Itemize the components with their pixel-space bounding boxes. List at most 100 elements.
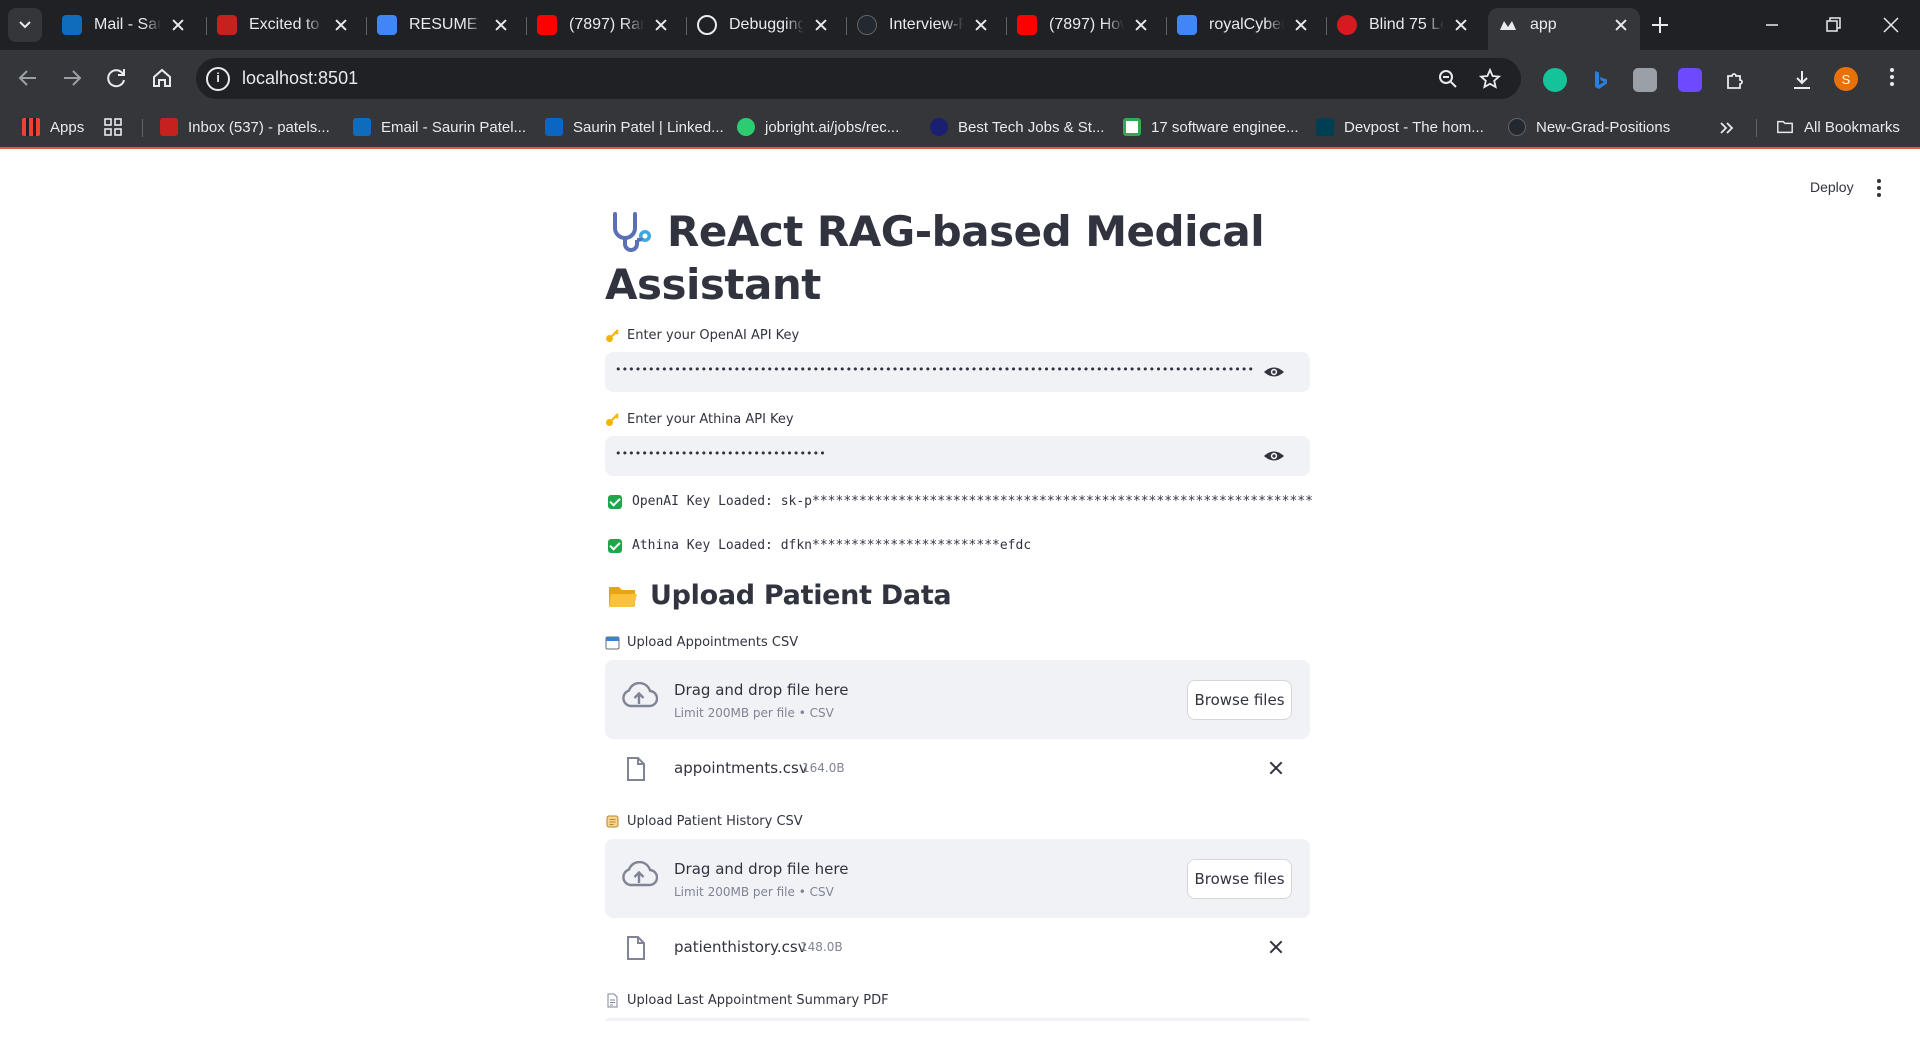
browser-tab[interactable]: Mail - Saurin Patel - Outlook <box>52 8 197 42</box>
bookmark-inbox[interactable]: Inbox (537) - patels... <box>160 116 330 138</box>
more-bookmarks-chevron-icon[interactable] <box>1718 119 1736 137</box>
address-bar[interactable]: localhost:8501 <box>196 58 1521 99</box>
uploaded-file-name: patienthistory.csv <box>674 938 807 956</box>
openai-key-label-text: Enter your OpenAI API Key <box>627 328 800 343</box>
gmail-icon <box>217 15 237 35</box>
home-icon[interactable] <box>146 62 178 94</box>
deploy-button[interactable]: Deploy <box>1810 179 1854 195</box>
reload-icon[interactable] <box>101 62 133 94</box>
remove-file-icon[interactable] <box>1266 937 1286 957</box>
close-window-icon[interactable] <box>1876 10 1906 40</box>
appointments-dropzone[interactable]: Drag and drop file here Limit 200MB per … <box>605 660 1310 739</box>
close-tab-icon[interactable] <box>1290 14 1312 36</box>
minimize-icon[interactable] <box>1757 10 1787 40</box>
dropzone-limit-text: Limit 200MB per file • CSV <box>674 885 834 899</box>
bookmark-label: Best Tech Jobs & St... <box>958 118 1105 136</box>
outlook-icon <box>353 118 371 136</box>
athina-key-status-text: Athina Key Loaded: dfkn*****************… <box>632 538 1032 553</box>
notes-extension-icon[interactable] <box>1633 68 1657 92</box>
remove-file-icon[interactable] <box>1266 758 1286 778</box>
browser-tab[interactable]: (7897) Random - YouTube <box>527 8 680 42</box>
outlook-icon <box>62 15 82 35</box>
athina-key-status: Athina Key Loaded: dfkn*****************… <box>608 538 1313 553</box>
history-upload-label-text: Upload Patient History CSV <box>627 814 803 829</box>
gmail-icon <box>160 118 178 136</box>
page-title-text: ReAct RAG-based Medical Assistant <box>605 207 1265 309</box>
bookmark-apps[interactable]: Apps <box>22 116 84 138</box>
cloud-upload-icon <box>622 682 658 708</box>
eye-icon[interactable] <box>1263 361 1285 383</box>
restore-icon[interactable] <box>1818 10 1848 40</box>
close-tab-icon[interactable] <box>970 14 992 36</box>
browser-tab[interactable]: (7897) How - YouTube <box>1007 8 1160 42</box>
bookmark-tab-groups[interactable] <box>104 116 122 138</box>
browser-tab-active[interactable]: app <box>1488 8 1640 50</box>
bookmark-outlook[interactable]: Email - Saurin Patel... <box>353 116 526 138</box>
tab-title: Blind 75 LeetCode <box>1369 16 1444 33</box>
back-arrow-icon[interactable] <box>12 62 44 94</box>
bookmark-new-grad[interactable]: New-Grad-Positions <box>1508 116 1670 138</box>
summary-pdf-dropzone-edge[interactable] <box>605 1018 1310 1021</box>
profile-avatar[interactable]: S <box>1834 67 1858 91</box>
bing-icon[interactable] <box>1588 68 1612 92</box>
close-tab-icon[interactable] <box>490 14 512 36</box>
zoom-icon[interactable] <box>1437 68 1459 90</box>
history-upload-label: Upload Patient History CSV <box>605 814 803 829</box>
app-menu-icon[interactable] <box>1876 179 1882 197</box>
browse-files-button[interactable]: Browse files <box>1187 859 1292 899</box>
bookmark-software-engineer[interactable]: 17 software enginee... <box>1123 116 1299 138</box>
close-tab-icon[interactable] <box>1450 14 1472 36</box>
uploaded-file-size: 148.0B <box>800 940 843 954</box>
athina-key-input[interactable]: •••••••••••••••••••••••••••••••• <box>605 436 1310 476</box>
bookmark-builtin[interactable]: Best Tech Jobs & St... <box>930 116 1104 138</box>
download-icon[interactable] <box>1790 68 1814 92</box>
close-tab-icon[interactable] <box>1130 14 1152 36</box>
bookmark-all-bookmarks[interactable]: All Bookmarks <box>1776 116 1900 138</box>
bookmark-label: Email - Saurin Patel... <box>381 118 527 136</box>
eye-icon[interactable] <box>1263 445 1285 467</box>
tab-title: Mail - Saurin Patel - Outlook <box>94 16 161 33</box>
bookmark-linkedin[interactable]: Saurin Patel | Linked... <box>545 116 724 138</box>
bookmark-devpost[interactable]: Devpost - The hom... <box>1316 116 1484 138</box>
uploaded-file-size: 164.0B <box>802 761 845 775</box>
close-tab-icon[interactable] <box>810 14 832 36</box>
tab-title: RESUME - Google Docs <box>409 16 484 33</box>
athina-key-value[interactable]: •••••••••••••••••••••••••••••••• <box>615 447 1253 460</box>
close-tab-icon[interactable] <box>167 14 189 36</box>
tab-title: app <box>1530 16 1557 33</box>
folder-icon <box>1777 120 1793 134</box>
openai-key-status: OpenAI Key Loaded: sk-p*****************… <box>608 494 1313 509</box>
browser-tab[interactable]: Blind 75 LeetCode <box>1327 8 1480 42</box>
browser-tab[interactable]: Excited to share... <box>207 8 360 42</box>
grammarly-icon[interactable] <box>1543 68 1567 92</box>
browse-files-button[interactable]: Browse files <box>1187 680 1292 720</box>
openai-key-label: Enter your OpenAI API Key <box>605 328 799 343</box>
close-tab-icon[interactable] <box>330 14 352 36</box>
proton-extension-icon[interactable] <box>1678 68 1702 92</box>
calendar-icon <box>605 636 620 650</box>
url-text[interactable]: localhost:8501 <box>242 68 358 89</box>
history-dropzone[interactable]: Drag and drop file here Limit 200MB per … <box>605 839 1310 918</box>
scroll-icon <box>606 815 619 828</box>
tab-title: Debugging <box>729 16 804 33</box>
file-icon <box>627 757 645 781</box>
close-tab-icon[interactable] <box>1610 14 1632 36</box>
forward-arrow-icon[interactable] <box>56 62 88 94</box>
extensions-puzzle-icon[interactable] <box>1723 68 1747 92</box>
browser-menu-icon[interactable] <box>1889 68 1895 90</box>
browser-tab[interactable]: RESUME - Google Docs <box>367 8 520 42</box>
appointments-upload-label-text: Upload Appointments CSV <box>627 635 799 650</box>
tab-search-button[interactable] <box>8 8 42 42</box>
site-info-icon[interactable] <box>206 67 230 91</box>
uploaded-file-name: appointments.csv <box>674 759 808 777</box>
browser-tab[interactable]: royalCyber <box>1167 8 1320 42</box>
new-tab-icon[interactable] <box>1648 13 1672 37</box>
browser-tab[interactable]: Interview-Prep <box>847 8 1000 42</box>
close-tab-icon[interactable] <box>650 14 672 36</box>
openai-key-input[interactable]: ••••••••••••••••••••••••••••••••••••••••… <box>605 352 1310 392</box>
bookmark-jobright[interactable]: jobright.ai/jobs/rec... <box>737 116 899 138</box>
openai-key-value[interactable]: ••••••••••••••••••••••••••••••••••••••••… <box>615 363 1253 376</box>
star-icon[interactable] <box>1479 68 1501 90</box>
document-icon <box>607 993 618 1008</box>
browser-tab[interactable]: Debugging <box>687 8 840 42</box>
